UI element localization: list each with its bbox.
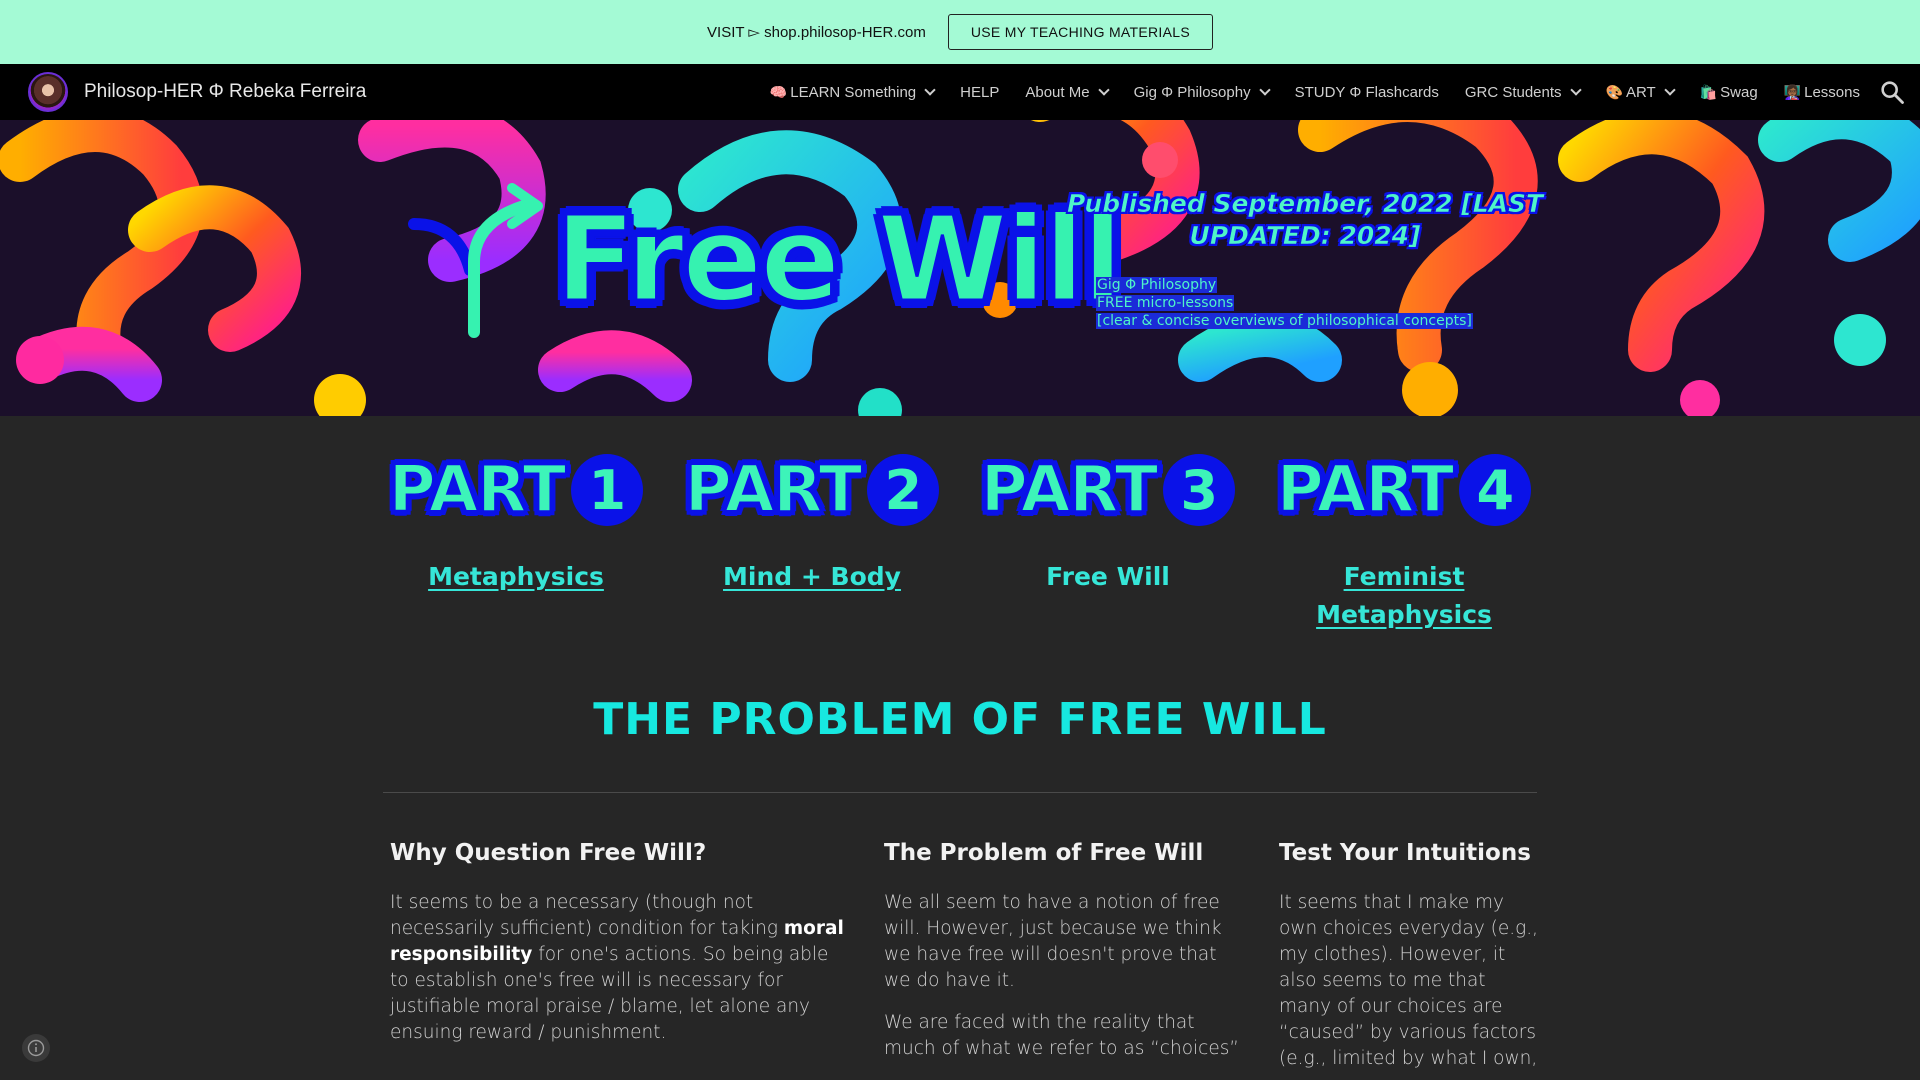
search-icon[interactable] [1878, 78, 1906, 106]
part-number: 1 [571, 454, 644, 526]
part-4: PART 4 Feminist Metaphysics [1254, 416, 1554, 634]
column-test-intuitions: Test Your Intuitions It seems that I mak… [1279, 840, 1539, 1080]
nav-label: About Me [1025, 83, 1090, 101]
nav-item-gig-philosophy[interactable]: Gig Φ Philosophy [1133, 83, 1271, 101]
nav-label: GRC Students [1464, 83, 1562, 101]
part-label: PART [388, 452, 568, 528]
announcement-text: VISIT ▻ shop.philosop-HER.com [707, 24, 926, 41]
site-title[interactable]: Philosop-HER Φ Rebeka Ferreira [84, 64, 366, 120]
nav-label: Swag [1720, 83, 1758, 101]
info-icon [27, 1039, 45, 1057]
chevron-down-icon[interactable] [1569, 84, 1582, 96]
column-paragraph: We all seem to have a notion of free wil… [884, 892, 1222, 991]
teaching-materials-button[interactable]: USE MY TEACHING MATERIALS [947, 14, 1213, 50]
part-label: PART [980, 452, 1160, 528]
section-title: THE PROBLEM OF FREE WILL [593, 694, 1327, 745]
nav-label: ART [1625, 83, 1656, 101]
chevron-down-icon[interactable] [924, 84, 936, 96]
nav-item-learn[interactable]: 🧠 LEARN Something [769, 83, 936, 101]
chevron-down-icon[interactable] [1258, 84, 1271, 96]
avatar[interactable] [28, 72, 68, 112]
hero-subtitle-line: [clear & concise overviews of philosophi… [1096, 313, 1473, 329]
announcement-bar: VISIT ▻ shop.philosop-HER.com USE MY TEA… [0, 0, 1920, 64]
part-link-mind-body[interactable]: Mind + Body [662, 558, 962, 596]
divider [383, 792, 1537, 793]
main-nav: 🧠 LEARN Something HELP About Me Gig Φ Ph… [744, 64, 1860, 120]
site-header: Philosop-HER Φ Rebeka Ferreira 🧠 LEARN S… [0, 64, 1920, 120]
part-number: 2 [867, 454, 940, 526]
chevron-down-icon[interactable] [1664, 84, 1676, 96]
hero-banner: Free Will Published September, 2022 [LAS… [0, 120, 1920, 416]
hero-subtitle-line: FREE micro-lessons [1096, 295, 1235, 311]
published-date: Published September, 2022 [LAST UPDATED:… [1066, 189, 1544, 251]
column-why-question: Why Question Free Will? It seems to be a… [390, 840, 850, 1062]
nav-label: HELP [960, 83, 1000, 101]
column-heading: Test Your Intuitions [1279, 840, 1531, 866]
nav-label: Gig Φ Philosophy [1133, 83, 1251, 101]
nav-item-art[interactable]: 🎨 ART [1605, 83, 1676, 101]
teacher-icon: 👩🏾‍🏫 [1783, 83, 1802, 100]
nav-item-help[interactable]: HELP [960, 84, 999, 101]
part-link-feminist-metaphysics[interactable]: Feminist Metaphysics [1254, 558, 1554, 634]
nav-label: LEARN Something [790, 83, 917, 101]
column-problem: The Problem of Free Will We all seem to … [884, 840, 1244, 1078]
column-heading: Why Question Free Will? [390, 840, 707, 866]
part-badge[interactable]: PART 2 [662, 450, 962, 530]
part-link-metaphysics[interactable]: Metaphysics [366, 558, 666, 596]
column-paragraph: We are faced with the reality that much … [884, 1012, 1239, 1059]
part-label: PART [1276, 452, 1456, 528]
nav-label: STUDY Φ Flashcards [1294, 83, 1439, 101]
column-paragraph: It seems that I make my own choices ever… [1279, 892, 1538, 1069]
part-badge[interactable]: PART 4 [1254, 450, 1554, 530]
part-label: PART [684, 452, 864, 528]
part-badge[interactable]: PART 3 [958, 450, 1258, 530]
part-3: PART 3 Free Will [958, 416, 1258, 596]
part-2: PART 2 Mind + Body [662, 416, 962, 596]
site-info-button[interactable] [22, 1034, 50, 1062]
hero-subtitle: Gig Φ Philosophy FREE micro-lessons [cle… [1096, 276, 1473, 330]
nav-item-grc-students[interactable]: GRC Students [1464, 83, 1582, 101]
column-paragraph: It seems to be a necessary (though not n… [390, 890, 850, 1046]
part-number: 4 [1459, 454, 1532, 526]
part-number: 3 [1163, 454, 1236, 526]
nav-item-swag[interactable]: 🛍️ Swag [1700, 84, 1758, 101]
part-badge[interactable]: PART 1 [366, 450, 666, 530]
nav-item-lessons[interactable]: 👩🏾‍🏫 Lessons [1784, 84, 1860, 101]
column-heading: The Problem of Free Will [884, 840, 1204, 866]
hero-title: Free Will [554, 190, 1125, 328]
parts-row: PART 1 Metaphysics PART 2 Mind + Body PA… [0, 416, 1920, 646]
chevron-down-icon[interactable] [1097, 84, 1110, 96]
nav-item-about[interactable]: About Me [1025, 83, 1110, 101]
brain-icon: 🧠 [769, 83, 788, 100]
nav-label: Lessons [1804, 83, 1860, 101]
part-1: PART 1 Metaphysics [366, 416, 666, 596]
shopping-bag-icon: 🛍️ [1699, 83, 1718, 100]
nav-item-flashcards[interactable]: STUDY Φ Flashcards [1295, 84, 1439, 101]
paragraph-text: It seems to be a necessary (though not n… [390, 892, 784, 939]
palette-icon: 🎨 [1605, 83, 1623, 100]
hero-subtitle-line: Gig Φ Philosophy [1096, 277, 1218, 293]
part-current-free-will: Free Will [1046, 562, 1170, 591]
